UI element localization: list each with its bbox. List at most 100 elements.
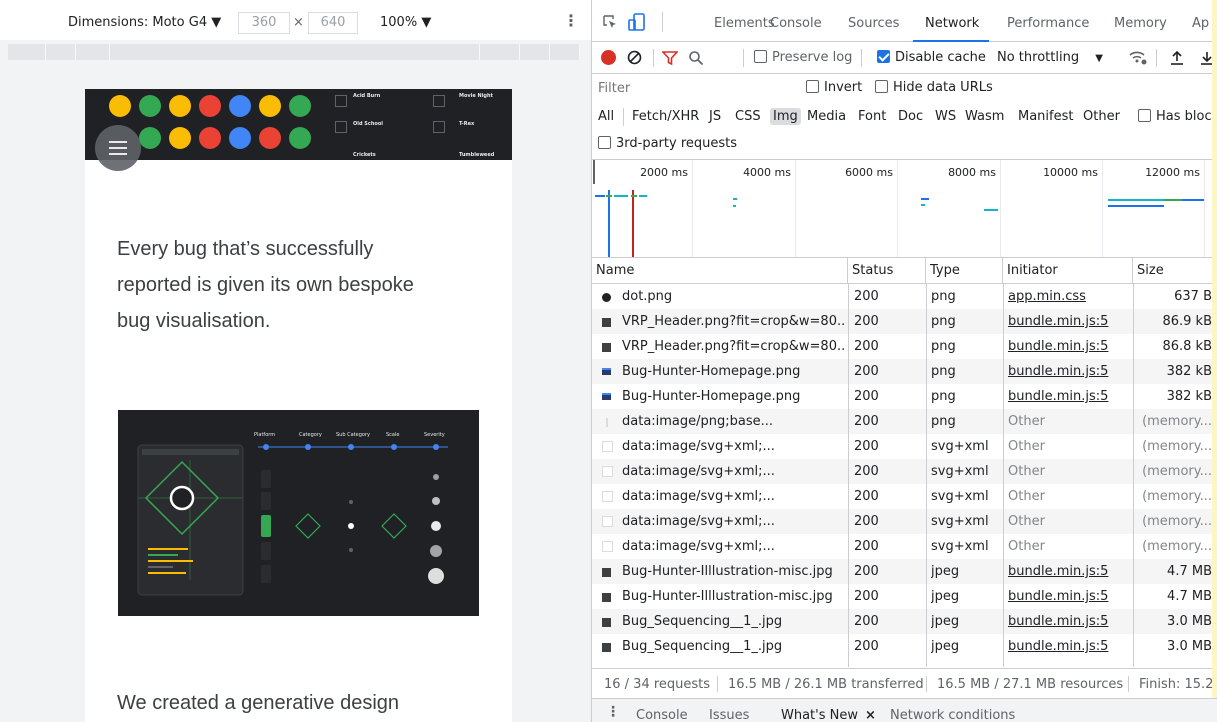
hide-data-urls-checkbox[interactable]: Hide data URLs [875,80,993,95]
third-party-requests-checkbox[interactable]: 3rd-party requests [598,136,737,151]
table-row[interactable]: data:image/svg+xml;... 200 svg+xml Other (me… [592,459,1217,484]
cell-initiator[interactable]: bundle.min.js:5 [1008,589,1130,604]
type-filter-fetch-xhr[interactable]: Fetch/XHR [632,109,699,124]
table-row[interactable]: data:image/svg+xml;... 200 svg+xml Other (me… [592,484,1217,509]
tab-application[interactable]: Ap [1192,16,1209,31]
table-row[interactable]: dot.png 200 png app.min.css 637 B [592,284,1217,309]
inspect-element-icon[interactable] [602,14,618,30]
search-icon[interactable] [688,50,704,66]
column-header-initiator[interactable]: Initiator [1003,258,1133,284]
table-row[interactable]: Bug-Hunter-Homepage.png 200 png bundle.min.… [592,359,1217,384]
type-filter-all[interactable]: All [598,109,614,124]
type-filter-wasm[interactable]: Wasm [965,109,1004,124]
cell-initiator[interactable]: bundle.min.js:5 [1008,564,1130,579]
table-row[interactable]: data:image/svg+xml;... 200 svg+xml Other (me… [592,509,1217,534]
drawer-tab-whats-new[interactable]: What's New [781,708,858,722]
drawer-tab-network-conditions[interactable]: Network conditions [890,708,1015,722]
cell-initiator[interactable]: bundle.min.js:5 [1008,339,1130,354]
column-header-type[interactable]: Type [926,258,1003,284]
record-icon[interactable] [601,50,616,65]
cell-initiator[interactable]: app.min.css [1008,289,1130,304]
device-height-input[interactable]: 640 [308,12,358,34]
type-filter-js[interactable]: JS [709,109,721,124]
filter-input[interactable] [598,78,788,98]
type-filter-font[interactable]: Font [858,109,886,124]
ruler-segment[interactable] [46,44,76,60]
type-filter-img[interactable]: Img [770,108,801,125]
ruler-segment[interactable] [550,44,580,60]
tab-performance[interactable]: Performance [1007,16,1089,31]
table-row[interactable]: data:image/svg+xml;... 200 svg+xml Other (me… [592,534,1217,559]
throttling-select[interactable]: No throttling ▼ [997,50,1103,65]
column-header-status[interactable]: Status [848,258,926,284]
cell-initiator[interactable]: bundle.min.js:5 [1008,614,1130,629]
table-row[interactable]: Bug-Hunter-Illlustration-misc.jpg 200 jpeg… [592,559,1217,584]
cell-name: data:image/svg+xml;... [622,464,775,479]
bug-tile-icon [199,127,221,149]
device-toolbar-icon[interactable] [628,13,646,31]
column-header-size[interactable]: Size [1133,258,1217,284]
type-filter-doc[interactable]: Doc [898,109,923,124]
table-row[interactable]: data:image/svg+xml;... 200 svg+xml Other (me… [592,434,1217,459]
tab-console[interactable]: Console [770,16,822,31]
drawer-tab-console[interactable]: Console [636,708,688,722]
ruler-segment[interactable] [8,44,46,60]
table-row[interactable]: Bug_Sequencing__1_.jpg 200 jpeg bundle.min.… [592,634,1217,659]
cell-size: (memory... [1142,439,1212,454]
media-query-ruler[interactable] [0,40,591,64]
dom-content-loaded-marker [608,190,610,257]
table-row[interactable]: VRP_Header.png?fit=crop&w=80... 200 png bun… [592,309,1217,334]
table-row[interactable]: Bug-Hunter-Homepage.png 200 png bundle.min.… [592,384,1217,409]
tab-network[interactable]: Network [925,16,979,31]
invert-checkbox[interactable]: Invert [806,80,862,95]
import-har-icon[interactable] [1170,50,1184,65]
tab-memory[interactable]: Memory [1114,16,1167,31]
disable-cache-checkbox[interactable]: Disable cache [877,50,986,65]
cell-initiator[interactable]: bundle.min.js:5 [1008,389,1130,404]
summary-requests: 16 / 34 requests [604,677,711,692]
more-options-icon[interactable]: ⋮ [563,11,579,30]
close-icon[interactable]: × [865,708,876,722]
clear-icon[interactable] [627,50,642,65]
ruler-segment[interactable] [76,44,110,60]
devtools-tab-bar: Elements Console Sources Network Perform… [592,0,1217,42]
tab-sources[interactable]: Sources [848,16,899,31]
tab-elements[interactable]: Elements [714,16,775,31]
type-filter-other[interactable]: Other [1083,109,1120,124]
ruler-segment[interactable] [520,44,550,60]
has-blocked-cookies-checkbox[interactable]: Has bloc [1138,109,1212,124]
table-row[interactable]: Bug-Hunter-Illlustration-misc.jpg 200 jpeg… [592,584,1217,609]
ruler-segment[interactable] [480,44,520,60]
cell-type: png [931,414,956,429]
type-filter-css[interactable]: CSS [735,109,761,124]
zoom-select[interactable]: 100% ▼ [380,15,431,30]
cell-initiator[interactable]: bundle.min.js:5 [1008,639,1130,654]
preserve-log-checkbox[interactable]: Preserve log [754,50,852,65]
table-row[interactable]: data:image/png;base... 200 png Other (memory… [592,409,1217,434]
cell-type: svg+xml [931,489,989,504]
cell-type: png [931,314,956,329]
network-summary-bar: 16 / 34 requests 16.5 MB / 26.1 MB trans… [592,668,1217,698]
device-width-input[interactable]: 360 [238,12,290,34]
panel-resize-edge[interactable] [1212,0,1217,698]
type-filter-media[interactable]: Media [807,109,846,124]
hamburger-menu-icon[interactable] [95,125,141,171]
table-row[interactable]: VRP_Header.png?fit=crop&w=80... 200 png bun… [592,334,1217,359]
cell-initiator[interactable]: bundle.min.js:5 [1008,364,1130,379]
drawer-tab-issues[interactable]: Issues [709,708,749,722]
network-conditions-icon[interactable] [1128,49,1148,66]
drawer-menu-icon[interactable]: ⋮ [606,704,620,720]
column-header-name[interactable]: Name [592,258,848,284]
timeline-bar [921,204,925,206]
filter-icon[interactable] [662,50,678,66]
table-row[interactable]: Bug_Sequencing__1_.jpg 200 jpeg bundle.min.… [592,609,1217,634]
timeline-bar [733,205,736,207]
device-select[interactable]: Dimensions: Moto G4 ▼ [68,15,221,30]
cell-initiator[interactable]: bundle.min.js:5 [1008,314,1130,329]
type-filter-manifest[interactable]: Manifest [1018,109,1073,124]
toolbar-divider [743,49,744,67]
network-overview-timeline[interactable]: 2000 ms 4000 ms 6000 ms 8000 ms 10000 ms… [592,159,1217,258]
timeline-gridline [692,160,693,257]
type-filter-ws[interactable]: WS [935,109,956,124]
ruler-segment[interactable] [110,44,480,60]
